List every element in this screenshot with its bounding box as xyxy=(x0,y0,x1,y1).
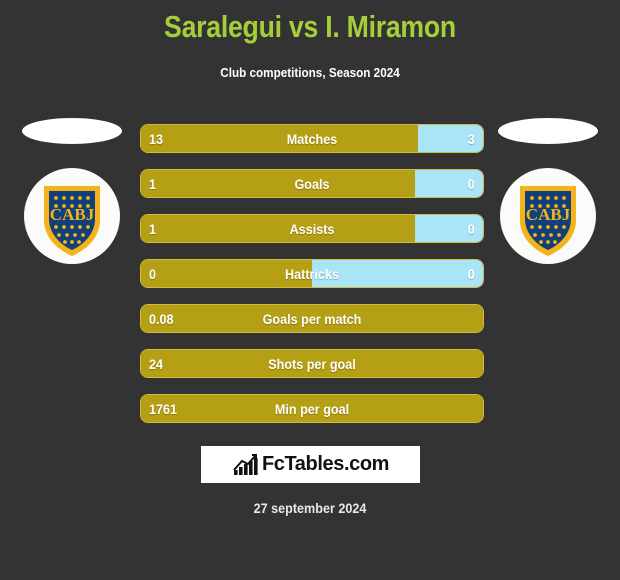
home-stat-value: 0 xyxy=(149,266,157,282)
stat-row: 1 Assists 0 xyxy=(140,214,484,243)
stats-bar-list: 13 Matches 3 1 Goals 0 1 Assists 0 0 Hattricks 0 0.0… xyxy=(140,124,484,439)
page-subtitle: Club competitions, Season 2024 xyxy=(220,65,400,80)
page-title: Saralegui vs I. Miramon xyxy=(164,9,456,44)
stat-row: 13 Matches 3 xyxy=(140,124,484,153)
stat-row: 24 Shots per goal xyxy=(140,349,484,378)
fctables-logo-text: FcTables.com xyxy=(261,453,390,475)
home-crest-icon: CABJ xyxy=(24,168,120,264)
home-stat-value: 1 xyxy=(149,176,157,192)
stat-label: Matches xyxy=(286,131,338,147)
stat-label: Assists xyxy=(289,221,335,237)
fctables-logo[interactable]: FcTables.com xyxy=(201,446,420,483)
svg-text:CABJ: CABJ xyxy=(50,205,95,224)
home-stat-value: 1 xyxy=(149,221,157,237)
stat-label: Goals per match xyxy=(262,311,362,327)
stat-row: 0.08 Goals per match xyxy=(140,304,484,333)
footer-date: 27 september 2024 xyxy=(253,500,367,516)
home-team-name-plate xyxy=(22,118,122,144)
away-stat-value: 0 xyxy=(467,176,475,192)
away-crest-icon: CABJ xyxy=(500,168,596,264)
stat-row: 1761 Min per goal xyxy=(140,394,484,423)
away-stat-value: 3 xyxy=(467,131,475,147)
stat-label: Shots per goal xyxy=(268,356,356,372)
home-team-badge: CABJ xyxy=(17,118,127,288)
stat-label: Min per goal xyxy=(274,401,350,417)
away-stat-value: 0 xyxy=(467,266,475,282)
stat-label: Hattricks xyxy=(285,266,339,282)
stat-comparison-infographic: Saralegui vs I. Miramon Club competition… xyxy=(0,0,620,580)
away-team-name-plate xyxy=(498,118,598,144)
away-stat-value: 0 xyxy=(467,221,475,237)
stat-row: 0 Hattricks 0 xyxy=(140,259,484,288)
stat-row: 1 Goals 0 xyxy=(140,169,484,198)
away-team-badge: CABJ xyxy=(493,118,603,288)
stat-label: Goals xyxy=(294,176,330,192)
bar-chart-growth-icon xyxy=(233,453,258,475)
svg-text:CABJ: CABJ xyxy=(526,205,571,224)
